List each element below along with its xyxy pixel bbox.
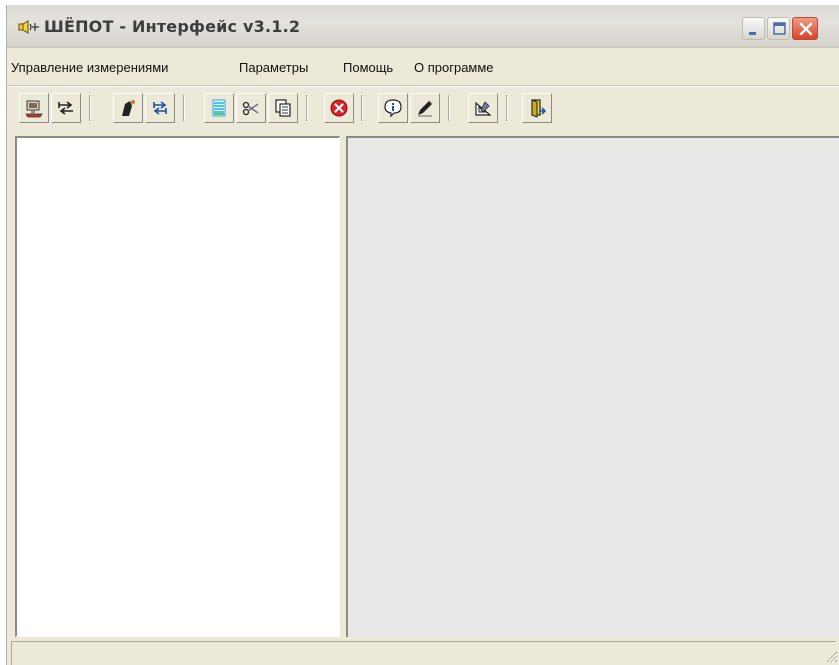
exchange-icon [153,101,167,115]
info-icon [384,99,402,118]
copy-icon [275,99,291,117]
toolbar-separator [183,95,185,121]
info-button[interactable] [378,93,408,123]
menu-help[interactable]: Помощь [343,60,393,75]
toolbar [7,91,839,131]
resize-grip-icon[interactable] [824,649,838,663]
toolbar-separator [506,95,508,121]
toolbar-separator [361,95,363,121]
maximize-button[interactable] [767,17,790,40]
menu-divider [7,85,839,87]
toolbar-separator [448,95,450,121]
exit-icon [531,99,547,118]
menu-bar: Управление измерениями Параметры Помощь … [7,55,839,81]
transfer-button[interactable] [51,93,81,123]
list-button[interactable] [204,93,234,123]
edit-icon [418,100,433,117]
cut-button[interactable] [236,93,266,123]
close-button[interactable] [792,17,818,40]
main-window: ШЁПОТ - Интерфейс v3.1.2 Управление изме… [6,5,839,665]
minimize-icon [749,32,756,35]
close-icon [799,22,813,36]
connect-button[interactable] [19,93,49,123]
speaker-icon [18,20,39,34]
stop-button[interactable] [324,93,354,123]
connect-icon [25,100,43,118]
calculate-icon [475,101,492,116]
menu-measurement-control[interactable]: Управление измерениями [11,60,168,75]
window-title: ШЁПОТ - Интерфейс v3.1.2 [44,17,301,36]
exit-button[interactable] [522,93,552,123]
toolbar-separator [306,95,308,121]
measure-icon [122,100,135,116]
minimize-button[interactable] [742,17,765,40]
maximize-icon [773,22,786,35]
workspace-panel[interactable] [346,136,839,637]
stop-icon [330,99,348,117]
menu-about[interactable]: О программе [414,60,494,75]
exchange-button[interactable] [145,93,175,123]
status-panel [11,641,836,665]
title-bar[interactable]: ШЁПОТ - Интерфейс v3.1.2 [7,5,839,48]
list-icon [212,99,226,117]
edit-button[interactable] [410,93,440,123]
toolbar-separator [89,95,91,121]
copy-button[interactable] [268,93,298,123]
cut-icon [242,101,259,116]
calculate-button[interactable] [468,93,498,123]
measure-button[interactable] [113,93,143,123]
transfer-icon [58,101,73,115]
tree-panel[interactable] [15,136,340,637]
menu-parameters[interactable]: Параметры [239,60,308,75]
status-bar [7,637,839,665]
